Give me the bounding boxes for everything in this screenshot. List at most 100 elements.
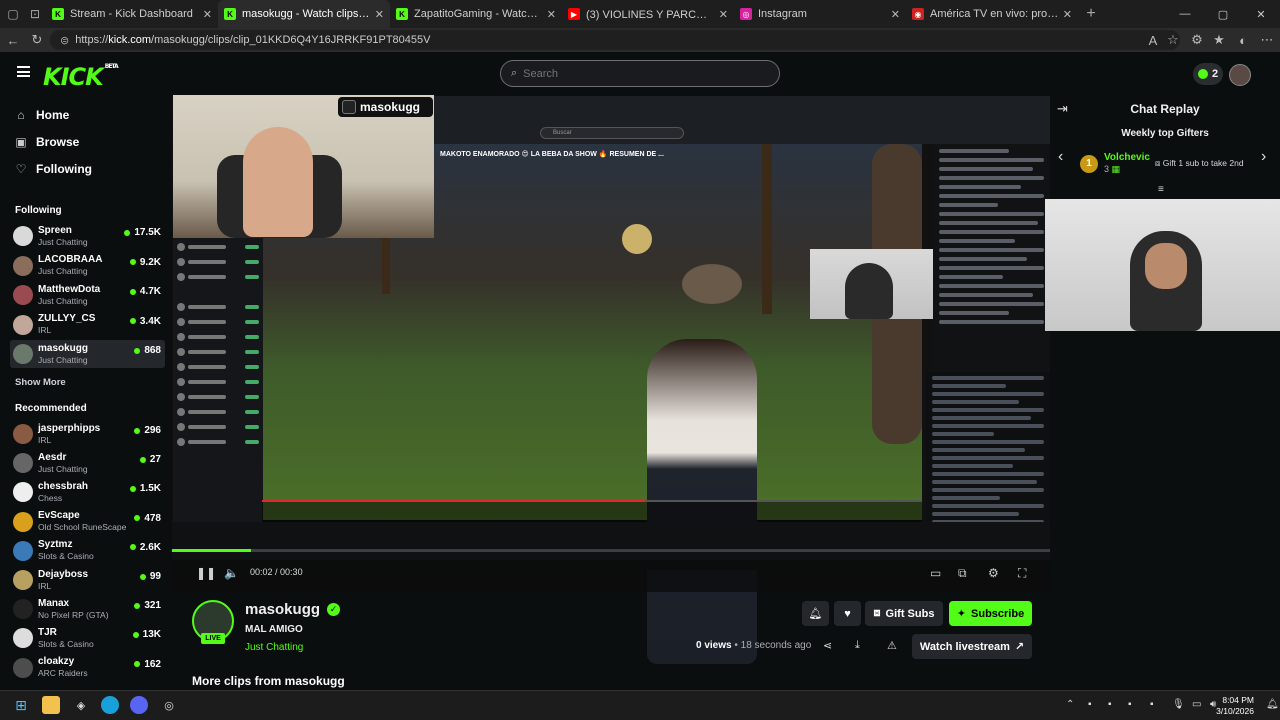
more-menu-icon[interactable]: ⋯: [1254, 28, 1280, 52]
new-tab-icon[interactable]: +: [1080, 3, 1102, 25]
tab-actions-icon[interactable]: ▢: [2, 3, 24, 25]
channel-category: Chess: [38, 492, 63, 503]
show-more-link[interactable]: Show More: [15, 377, 66, 388]
close-window-icon[interactable]: ✕: [1242, 0, 1280, 28]
chevron-left-icon[interactable]: ‹: [1058, 148, 1063, 166]
browser-tab[interactable]: ▶ (3) VIOLINES Y PARCHADAS 🔥 KIN... ✕: [562, 0, 734, 28]
sidebar-channel[interactable]: ZULLYY_CS IRL 3.4K: [10, 311, 165, 339]
browser-tab[interactable]: K Stream - Kick Dashboard ✕: [46, 0, 218, 28]
url-field[interactable]: ⊜ https://kick.com/masokugg/clips/clip_0…: [50, 30, 1180, 50]
notifications-button[interactable]: 🔔︎: [802, 601, 829, 626]
pip-icon[interactable]: ⧉: [958, 566, 967, 581]
search-input[interactable]: [523, 67, 754, 80]
sidebar-channel[interactable]: chessbrah Chess 1.5K: [10, 478, 165, 506]
close-tab-icon[interactable]: ✕: [719, 8, 728, 21]
gift-cta[interactable]: ⧈ Gift 1 sub to take 2nd: [1155, 158, 1244, 169]
sidebar-channel[interactable]: cloakzy ARC Raiders 162: [10, 654, 165, 682]
sidebar-channel[interactable]: masokugg Just Chatting 868: [10, 340, 165, 368]
fullscreen-icon[interactable]: ⛶: [1018, 566, 1026, 581]
chevron-right-icon[interactable]: ›: [1261, 148, 1266, 166]
embedded-progress: [262, 500, 922, 502]
sidebar-channel[interactable]: MatthewDota Just Chatting 4.7K: [10, 281, 165, 309]
volume-icon[interactable]: 🔈: [224, 566, 239, 580]
sidebar-channel[interactable]: Manax No Pixel RP (GTA) 321: [10, 595, 165, 623]
profile-icon[interactable]: ◐: [1230, 28, 1256, 52]
tab-title: (3) VIOLINES Y PARCHADAS 🔥 KIN...: [586, 8, 715, 21]
browser-tab[interactable]: ◉ América TV en vivo: programació... ✕: [906, 0, 1078, 28]
sidebar-channel[interactable]: LACOBRAAA Just Chatting 9.2K: [10, 252, 165, 280]
close-tab-icon[interactable]: ✕: [1063, 8, 1072, 21]
cam-name: masokugg: [360, 100, 421, 114]
file-explorer-icon[interactable]: [42, 696, 60, 714]
nav-following[interactable]: ♡ Following: [14, 162, 92, 176]
tray-app-icon[interactable]: ▪: [1128, 699, 1132, 710]
sidebar-channel[interactable]: Dejayboss IRL 99: [10, 566, 165, 594]
tray-app-icon[interactable]: ▪: [1088, 699, 1092, 710]
browser-tab[interactable]: ◎ Instagram ✕: [734, 0, 906, 28]
favorite-star-icon[interactable]: ☆: [1160, 28, 1186, 52]
browser-tab-active[interactable]: K masokugg - Watch clips on Kick ✕: [218, 0, 390, 28]
search-bar[interactable]: ⌕: [500, 60, 780, 87]
viewer-count: 162: [134, 659, 161, 670]
windows-start-icon[interactable]: ⊞: [12, 696, 30, 714]
report-icon[interactable]: ⚠: [887, 639, 897, 652]
download-icon[interactable]: ⤓: [855, 639, 860, 652]
channel-name[interactable]: masokugg ✓: [245, 601, 341, 618]
theater-mode-icon[interactable]: ▭: [930, 566, 941, 580]
sidebar-channel[interactable]: Spreen Just Chatting 17.5K: [10, 222, 165, 250]
minimize-icon[interactable]: —: [1166, 0, 1204, 28]
kicks-icon: [1197, 69, 1208, 79]
tab-back-icon[interactable]: ⊡: [24, 3, 46, 25]
close-tab-icon[interactable]: ✕: [547, 8, 556, 21]
site-info-icon[interactable]: ⊜: [60, 34, 69, 47]
hamburger-menu-icon[interactable]: [17, 66, 30, 77]
external-link-icon: ↗: [1014, 641, 1025, 653]
category-link[interactable]: Just Chatting: [245, 642, 303, 653]
sidebar-channel[interactable]: jasperphipps IRL 296: [10, 420, 165, 448]
close-tab-icon[interactable]: ✕: [203, 8, 212, 21]
maximize-icon[interactable]: ▢: [1204, 0, 1242, 28]
gifter-name[interactable]: Volchevic: [1104, 152, 1150, 164]
pause-icon[interactable]: ❚❚: [196, 566, 216, 580]
obs-icon[interactable]: ◎: [160, 696, 178, 714]
sidebar-channel[interactable]: EvScape Old School RuneScape 478: [10, 508, 165, 536]
back-arrow-icon[interactable]: ←: [0, 28, 26, 52]
gift-box-icon: ⧈: [1155, 158, 1161, 168]
sidebar-channel[interactable]: Syztmz Slots & Casino 2.6K: [10, 537, 165, 565]
close-tab-icon[interactable]: ✕: [891, 8, 900, 21]
share-icon[interactable]: ⋖: [823, 639, 832, 652]
clip-progress-bar[interactable]: [172, 549, 1050, 552]
tray-chevron-icon[interactable]: ⌃: [1066, 699, 1074, 710]
close-tab-icon[interactable]: ✕: [375, 8, 384, 21]
discord-icon[interactable]: [130, 696, 148, 714]
sidebar-channel[interactable]: Aesdr Just Chatting 27: [10, 449, 165, 477]
kick-logo[interactable]: KICK BETA: [43, 63, 119, 91]
microphone-icon[interactable]: 🎙︎: [1172, 699, 1185, 710]
tray-app-icon[interactable]: ▪: [1108, 699, 1112, 710]
nav-home[interactable]: ⌂ Home: [14, 108, 69, 122]
steam-icon[interactable]: ◈: [72, 696, 90, 714]
filter-icon[interactable]: ≡: [1158, 184, 1164, 195]
follow-button[interactable]: ♥: [834, 601, 861, 626]
views-label: views: [704, 640, 732, 651]
time-elapsed: 00:02: [250, 567, 273, 577]
nav-browse[interactable]: ▣ Browse: [14, 135, 79, 149]
reload-icon[interactable]: ↻: [24, 28, 50, 52]
browser-tab[interactable]: K ZapatitoGaming - Watch clips on Kick ✕: [390, 0, 562, 28]
clock-time: 8:04 PM: [1222, 695, 1254, 705]
gift-subs-button[interactable]: ⧈ Gift Subs: [865, 601, 943, 626]
edge-icon[interactable]: [101, 696, 119, 714]
settings-icon[interactable]: ⚙: [988, 566, 999, 580]
channel-name: EvScape: [38, 510, 80, 522]
kicks-balance[interactable]: 2: [1193, 63, 1223, 85]
favorites-icon[interactable]: ★: [1206, 28, 1232, 52]
notifications-icon[interactable]: 🔔︎: [1266, 699, 1279, 710]
sidebar-channel[interactable]: TJR Slots & Casino 13K: [10, 624, 165, 652]
user-avatar[interactable]: [1229, 64, 1251, 86]
tray-app-icon[interactable]: ▪: [1150, 699, 1154, 710]
watch-livestream-button[interactable]: Watch livestream ↗: [912, 634, 1032, 659]
system-clock[interactable]: 8:04 PM 3/10/2026: [1216, 695, 1254, 717]
embedded-webcam: [810, 249, 933, 319]
network-icon[interactable]: ▭: [1192, 699, 1201, 710]
subscribe-button[interactable]: ✦ Subscribe: [949, 601, 1032, 626]
